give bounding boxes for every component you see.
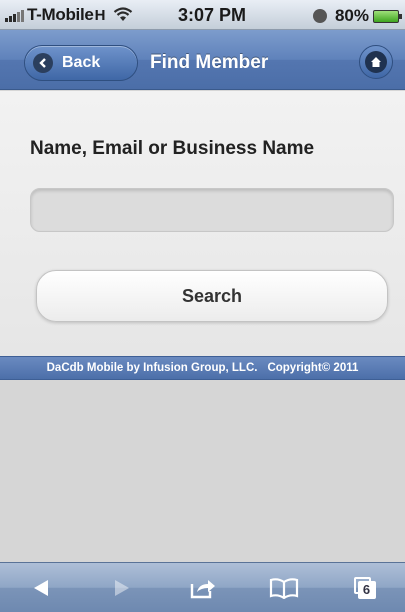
blank-area [0, 380, 405, 562]
main-content: Name, Email or Business Name Search [0, 91, 405, 356]
nav-header: Back Find Member [0, 30, 405, 90]
tabs-icon: 6 [353, 576, 376, 599]
carrier-name: T-Mobile H [27, 4, 106, 24]
battery-icon [373, 9, 402, 23]
status-bar: T-Mobile H 3:07 PM 80% [0, 0, 405, 30]
search-input[interactable] [30, 188, 394, 232]
safari-forward-button[interactable] [102, 568, 142, 608]
home-button[interactable] [359, 45, 393, 79]
status-time: 3:07 PM [178, 5, 247, 25]
tabs-button[interactable]: 6 [345, 568, 385, 608]
safari-forward-icon [114, 579, 129, 596]
footer-copyright: Copyright© 2011 [267, 362, 359, 374]
page-title: Find Member [150, 52, 269, 73]
wifi-icon [113, 6, 133, 23]
back-button[interactable]: Back [24, 45, 138, 81]
bookmarks-button[interactable] [264, 568, 304, 608]
tab-count: 6 [357, 580, 376, 599]
footer-bar: DaCdb Mobile by Infusion Group, LLC. Cop… [0, 356, 405, 380]
safari-back-icon [33, 579, 48, 596]
share-button[interactable] [183, 568, 223, 608]
back-arrow-icon [33, 53, 53, 73]
search-button[interactable]: Search [36, 270, 388, 322]
footer-credit: DaCdb Mobile by Infusion Group, LLC. [46, 362, 258, 374]
status-right: 80% [312, 6, 402, 26]
signal-icon [5, 8, 24, 22]
share-icon [190, 579, 215, 598]
safari-back-button[interactable] [21, 568, 61, 608]
alarm-icon [312, 9, 327, 23]
bookmarks-icon [269, 577, 298, 599]
browser-toolbar: 6 [0, 562, 405, 612]
back-button-label: Back [62, 54, 101, 71]
battery-percent: 80% [334, 6, 369, 25]
home-icon [365, 51, 387, 73]
search-label: Name, Email or Business Name [30, 138, 315, 159]
